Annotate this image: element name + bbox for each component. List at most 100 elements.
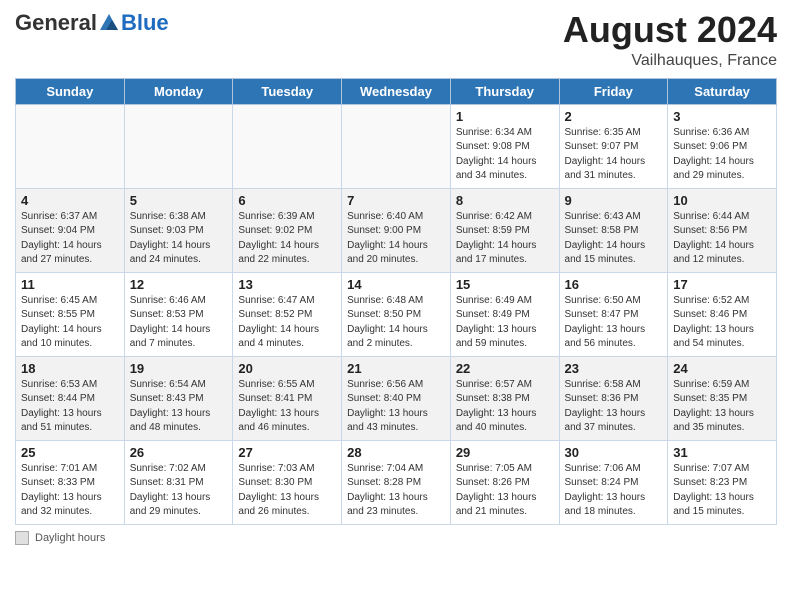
legend-box xyxy=(15,531,29,545)
calendar-cell: 31 Sunrise: 7:07 AM Sunset: 8:23 PM Dayli… xyxy=(668,440,777,524)
calendar-cell: 1Sunrise: 6:34 AM Sunset: 9:08 PM Daylig… xyxy=(450,104,559,188)
day-info: Sunrise: 7:07 AM Sunset: 8:23 PM Dayligh… xyxy=(673,462,771,520)
day-info: Sunrise: 7:02 AM Sunset: 8:31 PM Dayligh… xyxy=(130,462,228,520)
calendar-cell xyxy=(16,104,125,188)
day-number: 25 xyxy=(21,445,119,460)
calendar-table: SundayMondayTuesdayWednesdayThursdayFrid… xyxy=(15,78,777,525)
day-info: Sunrise: 6:48 AM Sunset: 8:50 PM Dayligh… xyxy=(347,294,445,352)
day-info: Sunrise: 6:59 AM Sunset: 8:35 PM Dayligh… xyxy=(673,378,771,436)
day-info: Sunrise: 6:56 AM Sunset: 8:40 PM Dayligh… xyxy=(347,378,445,436)
calendar-cell: 22 Sunrise: 6:57 AM Sunset: 8:38 PM Dayli… xyxy=(450,356,559,440)
week-row-1: 1Sunrise: 6:34 AM Sunset: 9:08 PM Daylig… xyxy=(16,104,777,188)
day-info: Sunrise: 7:04 AM Sunset: 8:28 PM Dayligh… xyxy=(347,462,445,520)
calendar-cell: 24 Sunrise: 6:59 AM Sunset: 8:35 PM Dayli… xyxy=(668,356,777,440)
day-number: 7 xyxy=(347,193,445,208)
main-title: August 2024 xyxy=(563,10,777,50)
logo-icon xyxy=(98,12,120,34)
week-row-2: 4Sunrise: 6:37 AM Sunset: 9:04 PM Daylig… xyxy=(16,188,777,272)
calendar-cell: 6 Sunrise: 6:39 AM Sunset: 9:02 PM Daylig… xyxy=(233,188,342,272)
title-block: August 2024 Vailhauques, France xyxy=(563,10,777,70)
day-info: Sunrise: 6:46 AM Sunset: 8:53 PM Dayligh… xyxy=(130,294,228,352)
col-header-monday: Monday xyxy=(124,78,233,104)
day-number: 6 xyxy=(238,193,336,208)
day-info: Sunrise: 6:49 AM Sunset: 8:49 PM Dayligh… xyxy=(456,294,554,352)
day-number: 30 xyxy=(565,445,663,460)
day-number: 17 xyxy=(673,277,771,292)
day-info: Sunrise: 6:44 AM Sunset: 8:56 PM Dayligh… xyxy=(673,210,771,268)
day-info: Sunrise: 7:03 AM Sunset: 8:30 PM Dayligh… xyxy=(238,462,336,520)
calendar-cell: 20 Sunrise: 6:55 AM Sunset: 8:41 PM Dayli… xyxy=(233,356,342,440)
calendar-cell: 26 Sunrise: 7:02 AM Sunset: 8:31 PM Dayli… xyxy=(124,440,233,524)
col-header-friday: Friday xyxy=(559,78,668,104)
day-number: 2 xyxy=(565,109,663,124)
calendar-cell: 4Sunrise: 6:37 AM Sunset: 9:04 PM Daylig… xyxy=(16,188,125,272)
day-number: 3 xyxy=(673,109,771,124)
day-info: Sunrise: 6:58 AM Sunset: 8:36 PM Dayligh… xyxy=(565,378,663,436)
calendar-cell: 9 Sunrise: 6:43 AM Sunset: 8:58 PM Daylig… xyxy=(559,188,668,272)
day-info: Sunrise: 6:34 AM Sunset: 9:08 PM Dayligh… xyxy=(456,126,554,184)
day-info: Sunrise: 6:45 AM Sunset: 8:55 PM Dayligh… xyxy=(21,294,119,352)
calendar-cell: 12Sunrise: 6:46 AM Sunset: 8:53 PM Dayli… xyxy=(124,272,233,356)
week-row-3: 11 Sunrise: 6:45 AM Sunset: 8:55 PM Dayli… xyxy=(16,272,777,356)
week-row-4: 18 Sunrise: 6:53 AM Sunset: 8:44 PM Dayli… xyxy=(16,356,777,440)
day-number: 27 xyxy=(238,445,336,460)
day-number: 13 xyxy=(238,277,336,292)
day-number: 18 xyxy=(21,361,119,376)
page: General Blue August 2024 Vailhauques, Fr… xyxy=(0,0,792,612)
day-info: Sunrise: 6:35 AM Sunset: 9:07 PM Dayligh… xyxy=(565,126,663,184)
day-info: Sunrise: 6:36 AM Sunset: 9:06 PM Dayligh… xyxy=(673,126,771,184)
header: General Blue August 2024 Vailhauques, Fr… xyxy=(15,10,777,70)
day-number: 8 xyxy=(456,193,554,208)
col-header-tuesday: Tuesday xyxy=(233,78,342,104)
calendar-cell: 3 Sunrise: 6:36 AM Sunset: 9:06 PM Daylig… xyxy=(668,104,777,188)
day-number: 9 xyxy=(565,193,663,208)
day-info: Sunrise: 7:06 AM Sunset: 8:24 PM Dayligh… xyxy=(565,462,663,520)
day-info: Sunrise: 6:57 AM Sunset: 8:38 PM Dayligh… xyxy=(456,378,554,436)
day-number: 26 xyxy=(130,445,228,460)
day-number: 4 xyxy=(21,193,119,208)
day-number: 20 xyxy=(238,361,336,376)
day-number: 15 xyxy=(456,277,554,292)
header-row: SundayMondayTuesdayWednesdayThursdayFrid… xyxy=(16,78,777,104)
calendar-cell: 28Sunrise: 7:04 AM Sunset: 8:28 PM Dayli… xyxy=(342,440,451,524)
day-number: 23 xyxy=(565,361,663,376)
day-info: Sunrise: 6:38 AM Sunset: 9:03 PM Dayligh… xyxy=(130,210,228,268)
day-number: 22 xyxy=(456,361,554,376)
calendar-cell: 30 Sunrise: 7:06 AM Sunset: 8:24 PM Dayli… xyxy=(559,440,668,524)
day-info: Sunrise: 7:01 AM Sunset: 8:33 PM Dayligh… xyxy=(21,462,119,520)
day-number: 5 xyxy=(130,193,228,208)
day-info: Sunrise: 6:39 AM Sunset: 9:02 PM Dayligh… xyxy=(238,210,336,268)
calendar-cell: 29Sunrise: 7:05 AM Sunset: 8:26 PM Dayli… xyxy=(450,440,559,524)
day-number: 24 xyxy=(673,361,771,376)
calendar-cell: 15 Sunrise: 6:49 AM Sunset: 8:49 PM Dayli… xyxy=(450,272,559,356)
calendar-cell: 14Sunrise: 6:48 AM Sunset: 8:50 PM Dayli… xyxy=(342,272,451,356)
col-header-saturday: Saturday xyxy=(668,78,777,104)
calendar-cell: 5 Sunrise: 6:38 AM Sunset: 9:03 PM Daylig… xyxy=(124,188,233,272)
day-info: Sunrise: 6:50 AM Sunset: 8:47 PM Dayligh… xyxy=(565,294,663,352)
calendar-cell: 7 Sunrise: 6:40 AM Sunset: 9:00 PM Daylig… xyxy=(342,188,451,272)
day-info: Sunrise: 6:42 AM Sunset: 8:59 PM Dayligh… xyxy=(456,210,554,268)
calendar-cell: 11 Sunrise: 6:45 AM Sunset: 8:55 PM Dayli… xyxy=(16,272,125,356)
calendar-cell xyxy=(233,104,342,188)
calendar-cell: 2 Sunrise: 6:35 AM Sunset: 9:07 PM Daylig… xyxy=(559,104,668,188)
day-number: 21 xyxy=(347,361,445,376)
day-number: 16 xyxy=(565,277,663,292)
calendar-cell: 19Sunrise: 6:54 AM Sunset: 8:43 PM Dayli… xyxy=(124,356,233,440)
col-header-sunday: Sunday xyxy=(16,78,125,104)
calendar-cell: 10Sunrise: 6:44 AM Sunset: 8:56 PM Dayli… xyxy=(668,188,777,272)
day-info: Sunrise: 6:43 AM Sunset: 8:58 PM Dayligh… xyxy=(565,210,663,268)
calendar-cell: 18 Sunrise: 6:53 AM Sunset: 8:44 PM Dayli… xyxy=(16,356,125,440)
day-number: 19 xyxy=(130,361,228,376)
day-number: 11 xyxy=(21,277,119,292)
week-row-5: 25 Sunrise: 7:01 AM Sunset: 8:33 PM Dayli… xyxy=(16,440,777,524)
logo-general-text: General xyxy=(15,10,97,36)
footer: Daylight hours xyxy=(15,531,777,545)
calendar-cell: 21 Sunrise: 6:56 AM Sunset: 8:40 PM Dayli… xyxy=(342,356,451,440)
day-info: Sunrise: 6:53 AM Sunset: 8:44 PM Dayligh… xyxy=(21,378,119,436)
calendar-cell: 16 Sunrise: 6:50 AM Sunset: 8:47 PM Dayli… xyxy=(559,272,668,356)
day-info: Sunrise: 6:40 AM Sunset: 9:00 PM Dayligh… xyxy=(347,210,445,268)
day-info: Sunrise: 6:55 AM Sunset: 8:41 PM Dayligh… xyxy=(238,378,336,436)
calendar-cell: 25 Sunrise: 7:01 AM Sunset: 8:33 PM Dayli… xyxy=(16,440,125,524)
day-number: 31 xyxy=(673,445,771,460)
calendar-cell xyxy=(342,104,451,188)
